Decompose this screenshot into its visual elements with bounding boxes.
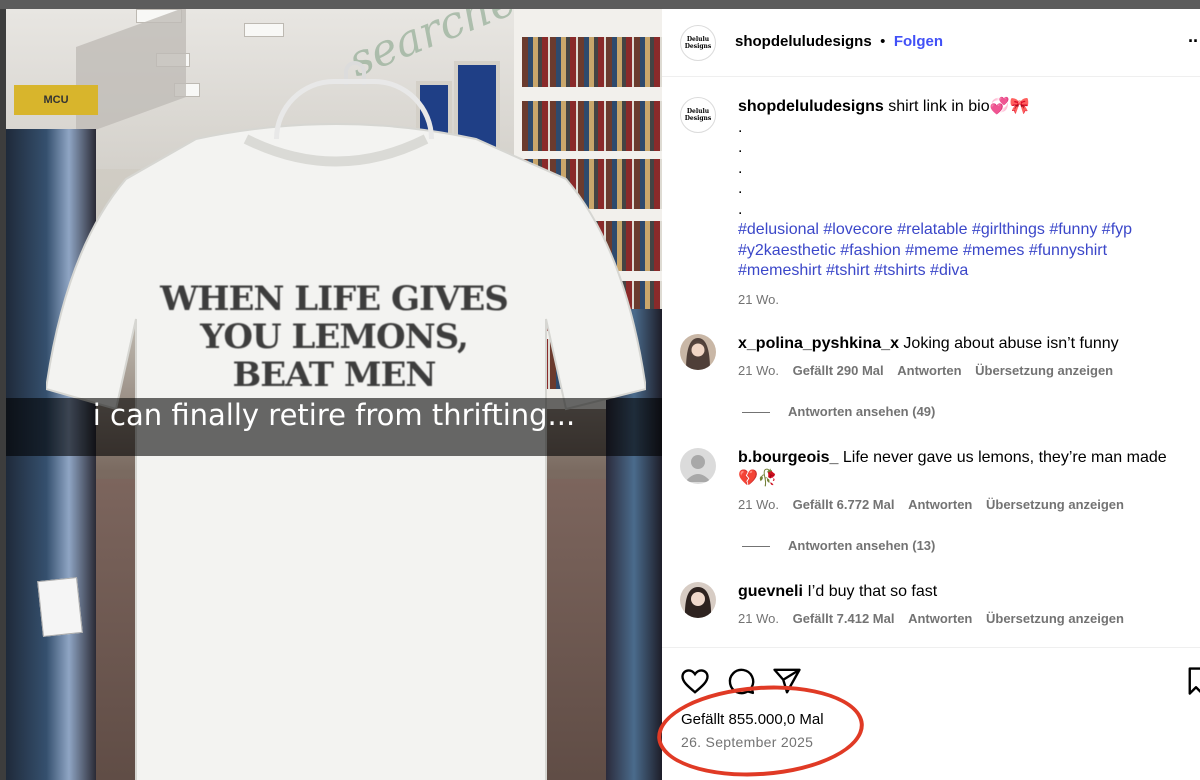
caption-username[interactable]: shopdeluludesigns	[738, 98, 884, 115]
comment-likes[interactable]: Gefällt 6.772 Mal	[793, 497, 895, 512]
comment-avatar[interactable]	[680, 582, 716, 618]
comment-time[interactable]: 21 Wo.	[738, 497, 779, 512]
comment-likes[interactable]: Gefällt 7.412 Mal	[793, 611, 895, 626]
replies-line	[742, 412, 770, 414]
caption-dot: .	[738, 180, 743, 197]
caption-dot: .	[738, 200, 743, 218]
view-replies-label: Antworten ansehen (13)	[788, 538, 936, 553]
reply-button[interactable]: Antworten	[908, 611, 972, 626]
caption-first-line: shopdeluludesigns shirt link in bio💞🎀	[738, 97, 1178, 118]
shirt-print-line-2: YOU LEMONS,	[200, 317, 469, 357]
comment-username[interactable]: x_polina_pyshkina_x	[738, 335, 899, 352]
comment-emoji: 💔🥀	[738, 469, 778, 487]
caption-time[interactable]: 21 Wo.	[738, 292, 1178, 307]
post-side-panel: Delulu Designs shopdeluludesigns • Folge…	[654, 9, 1200, 780]
comment-avatar[interactable]	[680, 334, 716, 370]
hashtags-line-2[interactable]: #y2kaesthetic #fashion #meme #memes #fun…	[738, 241, 1178, 262]
hashtags-line-3[interactable]: #memeshirt #tshirt #tshirts #diva	[738, 261, 1178, 282]
more-options-icon[interactable]: ··	[1188, 31, 1199, 52]
avatar-logo-text: Delulu Designs	[684, 36, 712, 50]
profile-avatar[interactable]: Delulu Designs	[680, 25, 716, 61]
comment-body: b.bourgeois_ Life never gave us lemons, …	[738, 448, 1190, 512]
bookmark-icon[interactable]	[1186, 666, 1200, 696]
post-photo[interactable]: searcher MCU WHEN LIFE GIVES YOU LEMONS,…	[6, 9, 662, 780]
header-separator: •	[880, 33, 886, 50]
hashtags-line-1[interactable]: #delusional #lovecore #relatable #girlth…	[738, 220, 1178, 241]
view-replies-button[interactable]: Antworten ansehen (49)	[742, 404, 935, 419]
snap-caption-text: i can finally retire from thrifting...	[92, 398, 576, 432]
replies-line	[742, 546, 770, 548]
avatar-logo-text: Delulu Designs	[684, 108, 712, 122]
reply-button[interactable]: Antworten	[897, 363, 961, 378]
comment-username[interactable]: guevneli	[738, 583, 803, 600]
comment-text: Life never gave us lemons, they’re man m…	[842, 449, 1167, 466]
translate-button[interactable]: Übersetzung anzeigen	[986, 611, 1124, 626]
post-caption: shopdeluludesigns shirt link in bio💞🎀 . …	[738, 97, 1178, 307]
comment-body: x_polina_pyshkina_x Joking about abuse i…	[738, 334, 1190, 378]
caption-text: shirt link in bio💞🎀	[888, 98, 1030, 115]
comment-time[interactable]: 21 Wo.	[738, 363, 779, 378]
heart-icon[interactable]	[680, 666, 710, 696]
caption-dot: .	[738, 139, 743, 156]
comment-meta: 21 Wo. Gefällt 290 Mal Antworten Überset…	[738, 363, 1190, 378]
comment-body: guevneli I’d buy that so fast 21 Wo. Gef…	[738, 582, 1190, 626]
header-username[interactable]: shopdeluludesigns	[735, 33, 872, 50]
comment-text: I’d buy that so fast	[807, 583, 938, 600]
window-top-bar	[0, 0, 1200, 9]
comment-avatar[interactable]	[680, 448, 716, 484]
snap-caption-bar: i can finally retire from thrifting...	[6, 398, 662, 456]
ceiling-light	[244, 23, 284, 37]
comment-text: Joking about abuse isn’t funny	[903, 335, 1119, 352]
comment-likes[interactable]: Gefällt 290 Mal	[793, 363, 884, 378]
shirt-print-line-3: BEAT MEN	[232, 355, 437, 395]
view-replies-button[interactable]: Antworten ansehen (13)	[742, 538, 935, 553]
comment-meta: 21 Wo. Gefällt 6.772 Mal Antworten Übers…	[738, 497, 1190, 512]
shirt-print-line-1: WHEN LIFE GIVES	[160, 279, 509, 319]
reply-button[interactable]: Antworten	[908, 497, 972, 512]
caption-avatar[interactable]: Delulu Designs	[680, 97, 716, 133]
translate-button[interactable]: Übersetzung anzeigen	[986, 497, 1124, 512]
translate-button[interactable]: Übersetzung anzeigen	[975, 363, 1113, 378]
header-user-line: shopdeluludesigns • Folgen	[735, 33, 943, 51]
follow-button[interactable]: Folgen	[894, 33, 943, 50]
post-header: Delulu Designs shopdeluludesigns • Folge…	[662, 9, 1200, 77]
comment-time[interactable]: 21 Wo.	[738, 611, 779, 626]
view-replies-label: Antworten ansehen (49)	[788, 404, 936, 419]
comment-meta: 21 Wo. Gefällt 7.412 Mal Antworten Übers…	[738, 611, 1190, 626]
caption-dot: .	[738, 159, 743, 177]
post-actions: Gefällt 855.000,0 Mal 26. September 2025	[654, 647, 1200, 780]
book-row	[522, 37, 662, 87]
caption-dot: .	[738, 118, 743, 136]
comment-username[interactable]: b.bourgeois_	[738, 449, 838, 466]
